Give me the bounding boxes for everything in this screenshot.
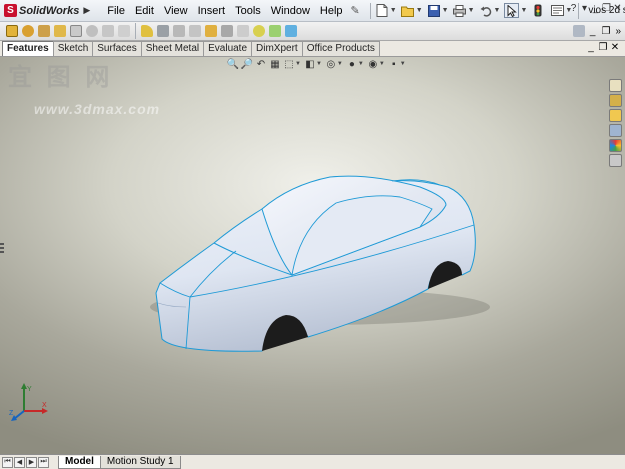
menu-insert[interactable]: Insert — [193, 0, 231, 22]
sweep-cut-icon[interactable] — [102, 25, 114, 37]
rebuild-icon[interactable] — [531, 4, 545, 18]
new-dropdown-icon[interactable]: ▼ — [390, 7, 397, 14]
menu-bar: File Edit View Insert Tools Window Help … — [102, 0, 363, 22]
pin-icon[interactable]: ✎ — [348, 0, 363, 22]
tab-sketch[interactable]: Sketch — [52, 41, 94, 56]
instant3d-icon[interactable] — [285, 25, 297, 37]
chamfer-icon[interactable] — [157, 25, 169, 37]
tab-evaluate[interactable]: Evaluate — [203, 41, 253, 56]
tab-motion-study-1[interactable]: Motion Study 1 — [99, 455, 181, 469]
menu-view[interactable]: View — [159, 0, 193, 22]
menu-file[interactable]: File — [102, 0, 130, 22]
toolbar-options-icon[interactable] — [572, 25, 585, 37]
toolbar-restore-icon[interactable]: ❐ — [601, 26, 610, 37]
restore-button[interactable]: ❐ — [601, 3, 612, 14]
toolbar-more-icon[interactable]: » — [615, 26, 621, 37]
document-close-button[interactable]: ✕ — [609, 42, 621, 53]
last-tab-icon[interactable]: ⏭ — [38, 456, 49, 468]
file-properties-icon[interactable] — [550, 4, 564, 18]
menu-tools[interactable]: Tools — [230, 0, 266, 22]
triad-z-label: Z — [9, 410, 14, 417]
curves-icon[interactable] — [253, 25, 265, 37]
print-dropdown-icon[interactable]: ▼ — [468, 7, 475, 14]
triad-x-label: X — [42, 402, 47, 409]
extrude-cut-icon[interactable] — [70, 25, 82, 37]
car-3d-model[interactable] — [0, 57, 625, 454]
window-controls: ? ▾ _ ❐ ✕ — [568, 3, 623, 14]
triad-y-label: Y — [27, 386, 32, 393]
bottom-tab-bar: ⏮ ◀ ▶ ⏭ Model Motion Study 1 — [0, 454, 625, 469]
revolve-cut-icon[interactable] — [86, 25, 98, 37]
app-brand: SolidWorks — [19, 4, 80, 17]
open-dropdown-icon[interactable]: ▼ — [416, 7, 423, 14]
command-tabs: Features Sketch Surfaces Sheet Metal Eva… — [0, 41, 625, 57]
close-button[interactable]: ✕ — [612, 3, 623, 14]
toolbar-minimize-icon[interactable]: _ — [590, 26, 596, 37]
loft-boss-icon[interactable] — [54, 25, 66, 37]
undo-icon[interactable] — [479, 4, 493, 18]
tab-features[interactable]: Features — [2, 41, 54, 56]
reference-geometry-icon[interactable] — [269, 25, 281, 37]
next-tab-icon[interactable]: ▶ — [26, 456, 37, 468]
save-icon[interactable] — [427, 4, 441, 18]
tab-dimxpert[interactable]: DimXpert — [251, 41, 303, 56]
loft-cut-icon[interactable] — [118, 25, 130, 37]
save-dropdown-icon[interactable]: ▼ — [442, 7, 449, 14]
undo-dropdown-icon[interactable]: ▼ — [494, 7, 501, 14]
tab-sheet-metal[interactable]: Sheet Metal — [140, 41, 205, 56]
prev-tab-icon[interactable]: ◀ — [14, 456, 25, 468]
extrude-boss-icon[interactable] — [6, 25, 18, 37]
solidworks-logo-icon: S — [4, 4, 17, 17]
revolve-boss-icon[interactable] — [22, 25, 34, 37]
minimize-button[interactable]: _ — [590, 3, 601, 14]
reference-triad: Y X Z — [9, 383, 48, 421]
select-arrow-icon[interactable] — [504, 3, 520, 18]
open-folder-icon[interactable] — [400, 4, 415, 18]
select-dropdown-icon[interactable]: ▼ — [520, 7, 527, 14]
title-menu-bar: S SolidWorks ▶ File Edit View Insert Too… — [0, 0, 625, 22]
document-window-controls: _ ❐ ✕ — [585, 42, 621, 53]
solidworks-logo[interactable]: S SolidWorks ▶ — [0, 0, 94, 22]
pattern-icon[interactable] — [173, 25, 185, 37]
tab-navigation: ⏮ ◀ ▶ ⏭ — [2, 456, 50, 468]
menu-window[interactable]: Window — [266, 0, 315, 22]
graphics-area[interactable]: 宜 图 网 www.3dmax.com 🔍 🔎 ↶ ▦ ⬚ ▼ ◧ ▼ ◎ ▼ … — [0, 57, 625, 454]
first-tab-icon[interactable]: ⏮ — [2, 456, 13, 468]
print-icon[interactable] — [453, 4, 467, 18]
new-document-icon[interactable] — [375, 4, 389, 18]
document-restore-button[interactable]: ❐ — [597, 42, 609, 53]
shell-icon[interactable] — [205, 25, 217, 37]
menu-expand-arrow-icon[interactable]: ▶ — [83, 5, 90, 16]
separator — [369, 2, 371, 19]
draft-icon[interactable] — [221, 25, 233, 37]
sweep-boss-icon[interactable] — [38, 25, 50, 37]
toolbar-right: _ ❐ » — [571, 25, 621, 37]
help-icon[interactable]: ? — [568, 3, 579, 14]
tab-office-products[interactable]: Office Products — [301, 41, 380, 56]
document-minimize-button[interactable]: _ — [585, 42, 597, 53]
tab-surfaces[interactable]: Surfaces — [92, 41, 142, 56]
command-manager-toolbar: _ ❐ » — [0, 22, 625, 41]
separator — [135, 23, 136, 39]
wrap-icon[interactable] — [237, 25, 249, 37]
menu-help[interactable]: Help — [315, 0, 348, 22]
help-dropdown-icon[interactable]: ▾ — [579, 3, 590, 14]
fillet-icon[interactable] — [141, 25, 153, 37]
rib-icon[interactable] — [189, 25, 201, 37]
menu-edit[interactable]: Edit — [130, 0, 159, 22]
tab-model[interactable]: Model — [58, 455, 101, 469]
